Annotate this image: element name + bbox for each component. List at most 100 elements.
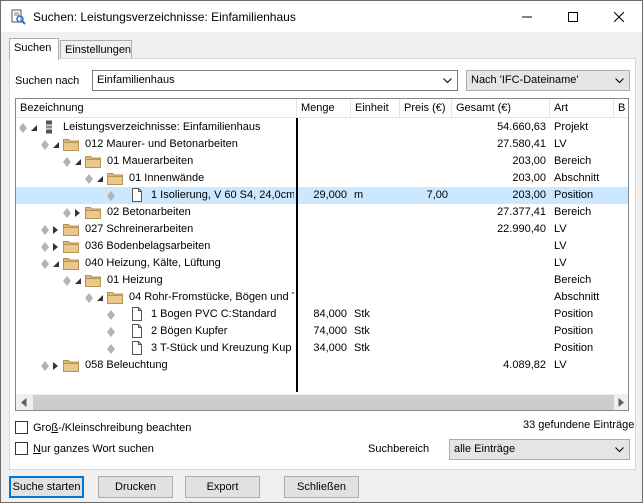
folder-icon: [107, 292, 123, 304]
table-row[interactable]: Leistungsverzeichnisse: Einfamilienhaus 5…: [16, 119, 628, 136]
column-header-bezeichnung[interactable]: Bezeichnung: [16, 99, 297, 118]
minimize-button[interactable]: [504, 1, 550, 32]
cell-art: LV: [554, 138, 567, 150]
tree-cell: 01 Innenwände: [16, 170, 296, 187]
cell-bezeichnung: Leistungsverzeichnisse: Einfamilienhaus: [63, 121, 261, 133]
tree-cell: 01 Mauerarbeiten: [16, 153, 296, 170]
close-window-button[interactable]: [596, 1, 642, 32]
search-mode-select[interactable]: Nach 'IFC-Dateiname': [466, 70, 630, 91]
maximize-button[interactable]: [550, 1, 596, 32]
expanded-arrow-icon[interactable]: [96, 294, 104, 302]
expanded-arrow-icon[interactable]: [96, 175, 104, 183]
cell-menge: 34,000: [313, 342, 347, 354]
cell-gesamt: 54.660,63: [497, 121, 546, 133]
scope-select[interactable]: alle Einträge: [449, 439, 630, 460]
cell-gesamt: 27.377,41: [497, 206, 546, 218]
tree-cell: 1 Isolierung, V 60 S4, 24,0cm: [16, 187, 296, 204]
title-bar: Suchen: Leistungsverzeichnisse: Einfamil…: [1, 1, 642, 32]
table-row[interactable]: 04 Rohr-Fromstücke, Bögen und T Abschnitt: [16, 289, 628, 306]
cell-gesamt: 27.580,41: [497, 138, 546, 150]
cell-art: Projekt: [554, 121, 589, 133]
table-row[interactable]: 01 Innenwände 203,00 Abschnitt: [16, 170, 628, 187]
search-start-button[interactable]: Suche starten: [9, 476, 84, 498]
node-marker-icon: [19, 123, 27, 133]
cell-bezeichnung: 1 Bogen PVC C:Standard: [151, 308, 277, 320]
expanded-arrow-icon[interactable]: [52, 260, 60, 268]
expanded-arrow-icon[interactable]: [52, 141, 60, 149]
horizontal-scrollbar[interactable]: [16, 394, 628, 410]
node-marker-icon: [41, 242, 49, 252]
case-sensitive-checkbox[interactable]: [15, 421, 28, 434]
cell-art: LV: [554, 223, 567, 235]
table-row[interactable]: 01 Mauerarbeiten 203,00 Bereich: [16, 153, 628, 170]
cell-art: Bereich: [554, 274, 592, 286]
collapsed-arrow-icon[interactable]: [52, 226, 60, 234]
folder-icon: [63, 360, 79, 372]
table-row[interactable]: 036 Bodenbelagsarbeiten LV: [16, 238, 628, 255]
folder-icon: [63, 139, 79, 151]
cell-art: Position: [554, 325, 594, 337]
column-header-einheit[interactable]: Einheit: [351, 99, 400, 118]
search-input[interactable]: Einfamilienhaus: [92, 70, 458, 91]
table-row[interactable]: 3 T-Stück und Kreuzung Kup 34,000 Stk Posit…: [16, 340, 628, 357]
table-row[interactable]: 2 Bögen Kupfer 74,000 Stk Position: [16, 323, 628, 340]
column-header-menge[interactable]: Menge: [297, 99, 351, 118]
export-button[interactable]: Export: [185, 476, 260, 498]
tab-einstellungen[interactable]: Einstellungen: [60, 40, 132, 59]
table-row[interactable]: 012 Maurer- und Betonarbeiten 27.580,41 LV: [16, 136, 628, 153]
column-separator: [296, 118, 298, 392]
folder-icon: [85, 275, 101, 287]
cell-gesamt: 203,00: [512, 172, 546, 184]
scrollbar-thumb[interactable]: [33, 395, 614, 410]
whole-word-checkbox[interactable]: [15, 442, 28, 455]
close-button[interactable]: Schließen: [284, 476, 359, 498]
expanded-arrow-icon[interactable]: [74, 277, 82, 285]
node-marker-icon: [63, 208, 71, 218]
tree-cell: 04 Rohr-Fromstücke, Bögen und T: [16, 289, 296, 306]
table-row[interactable]: 1 Bogen PVC C:Standard 84,000 Stk Position: [16, 306, 628, 323]
cell-gesamt: 203,00: [512, 155, 546, 167]
node-marker-icon: [41, 225, 49, 235]
table-row[interactable]: 1 Isolierung, V 60 S4, 24,0cm 29,000 m 7,00…: [16, 187, 628, 204]
cell-art: Position: [554, 308, 594, 320]
node-marker-icon: [41, 361, 49, 371]
collapsed-arrow-icon[interactable]: [52, 243, 60, 251]
cell-bezeichnung: 036 Bodenbelagsarbeiten: [85, 240, 211, 252]
collapsed-arrow-icon[interactable]: [74, 209, 82, 217]
cell-bezeichnung: 01 Innenwände: [129, 172, 205, 184]
cell-bezeichnung: 1 Isolierung, V 60 S4, 24,0cm: [151, 189, 294, 201]
folder-icon: [63, 224, 79, 236]
cell-gesamt: 203,00: [512, 189, 546, 201]
column-header-art[interactable]: Art: [550, 99, 614, 118]
table-row[interactable]: 040 Heizung, Kälte, Lüftung LV: [16, 255, 628, 272]
scope-value: alle Einträge: [454, 443, 516, 455]
grid-header: Bezeichnung Menge Einheit Preis (€) Gesa…: [16, 99, 628, 118]
scroll-right-icon: [618, 398, 624, 407]
expanded-arrow-icon[interactable]: [30, 124, 38, 132]
node-marker-icon: [63, 276, 71, 286]
tree-cell: Leistungsverzeichnisse: Einfamilienhaus: [16, 119, 296, 136]
cell-art: LV: [554, 359, 567, 371]
case-sensitive-label: Groß-/Kleinschreibung beachten: [33, 422, 192, 434]
expanded-arrow-icon[interactable]: [74, 158, 82, 166]
tree-cell: 040 Heizung, Kälte, Lüftung: [16, 255, 296, 272]
cell-bezeichnung: 027 Schreinerarbeiten: [85, 223, 194, 235]
minimize-icon: [522, 16, 532, 17]
column-header-gesamt[interactable]: Gesamt (€): [452, 99, 550, 118]
collapsed-arrow-icon[interactable]: [52, 362, 60, 370]
results-tree-grid[interactable]: Bezeichnung Menge Einheit Preis (€) Gesa…: [15, 98, 629, 411]
tree-cell: 1 Bogen PVC C:Standard: [16, 306, 296, 323]
table-row[interactable]: 01 Heizung Bereich: [16, 272, 628, 289]
cell-art: Bereich: [554, 155, 592, 167]
column-header-b[interactable]: B: [614, 99, 628, 118]
table-row[interactable]: 027 Schreinerarbeiten 22.990,40 LV: [16, 221, 628, 238]
print-button[interactable]: Drucken: [98, 476, 173, 498]
cell-bezeichnung: 2 Bögen Kupfer: [151, 325, 228, 337]
node-marker-icon: [107, 310, 115, 320]
table-row[interactable]: 058 Beleuchtung 4.089,82 LV: [16, 357, 628, 374]
table-row[interactable]: 02 Betonarbeiten 27.377,41 Bereich: [16, 204, 628, 221]
search-mode-value: Nach 'IFC-Dateiname': [471, 74, 579, 86]
tab-suchen[interactable]: Suchen: [9, 38, 59, 60]
close-icon: [614, 11, 624, 22]
column-header-preis[interactable]: Preis (€): [400, 99, 452, 118]
